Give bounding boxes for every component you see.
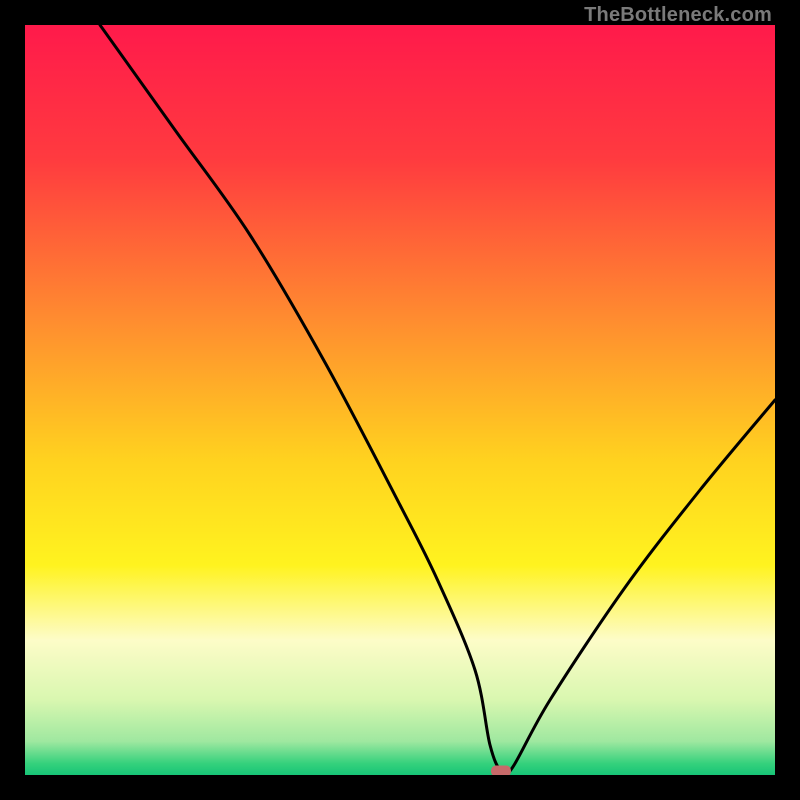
optimum-marker — [491, 766, 511, 775]
chart-frame: TheBottleneck.com — [0, 0, 800, 800]
plot-area — [25, 25, 775, 775]
watermark-text: TheBottleneck.com — [584, 4, 772, 27]
bottleneck-curve — [25, 25, 775, 775]
